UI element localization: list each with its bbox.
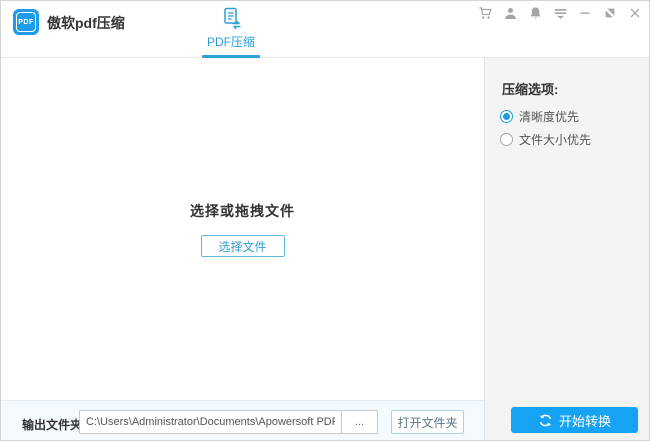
start-convert-button[interactable]: 开始转换 bbox=[511, 407, 638, 433]
document-convert-icon bbox=[224, 7, 241, 30]
app-logo-pdf-icon: PDF bbox=[16, 12, 36, 32]
convert-refresh-icon bbox=[539, 414, 552, 426]
maximize-icon[interactable] bbox=[602, 5, 618, 21]
tab-pdf-compress[interactable]: PDF压缩 bbox=[197, 5, 265, 50]
radio-selected-icon[interactable] bbox=[500, 110, 513, 123]
tab-pdf-compress-label: PDF压缩 bbox=[206, 35, 255, 49]
radio-filesize-priority-label: 文件大小优先 bbox=[519, 133, 592, 147]
close-icon[interactable] bbox=[627, 5, 643, 21]
bell-icon[interactable] bbox=[527, 5, 543, 21]
dropzone-title: 选择或拖拽文件 bbox=[190, 203, 295, 219]
options-heading: 压缩选项: bbox=[502, 82, 559, 97]
radio-clarity-priority[interactable]: 清晰度优先 bbox=[500, 108, 579, 125]
radio-unselected-icon[interactable] bbox=[500, 133, 513, 146]
output-path-input[interactable] bbox=[79, 410, 342, 434]
cart-icon[interactable] bbox=[477, 5, 493, 21]
minimize-icon[interactable] bbox=[577, 5, 593, 21]
footer-bar: 输出文件夹: ... 打开文件夹 bbox=[1, 400, 484, 440]
browse-button[interactable]: ... bbox=[341, 410, 378, 434]
titlebar-tools bbox=[477, 4, 643, 22]
compression-options-panel: 压缩选项: 清晰度优先 文件大小优先 bbox=[484, 58, 649, 440]
open-folder-button[interactable]: 打开文件夹 bbox=[391, 410, 464, 434]
app-window: PDF 傲软pdf压缩 PDF压缩 选择或拖拽文件 选择文件 压缩选项: 清晰度… bbox=[0, 0, 650, 441]
radio-filesize-priority[interactable]: 文件大小优先 bbox=[500, 131, 591, 148]
start-convert-label: 开始转换 bbox=[558, 413, 611, 429]
file-dropzone[interactable]: 选择或拖拽文件 选择文件 bbox=[1, 58, 484, 400]
titlebar: PDF 傲软pdf压缩 PDF压缩 bbox=[1, 1, 649, 58]
select-file-button[interactable]: 选择文件 bbox=[200, 235, 285, 257]
radio-clarity-priority-label: 清晰度优先 bbox=[519, 110, 580, 124]
app-logo: PDF bbox=[13, 9, 39, 35]
user-icon[interactable] bbox=[502, 5, 518, 21]
output-folder-label: 输出文件夹: bbox=[22, 418, 86, 432]
menu-icon[interactable] bbox=[552, 5, 568, 21]
app-title: 傲软pdf压缩 bbox=[47, 15, 125, 31]
